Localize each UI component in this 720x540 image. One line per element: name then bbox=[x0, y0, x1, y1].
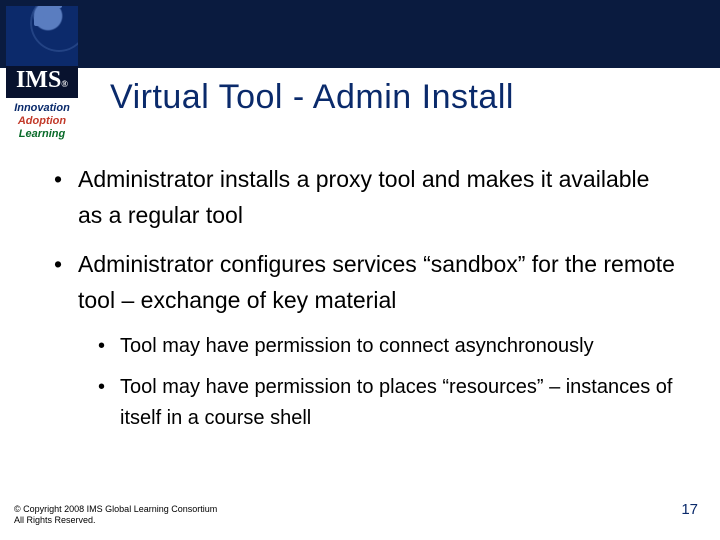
page-number: 17 bbox=[681, 501, 698, 518]
logo-reg: ® bbox=[61, 79, 68, 89]
slide-title: Virtual Tool - Admin Install bbox=[110, 78, 690, 117]
sub-bullet-list: Tool may have permission to connect asyn… bbox=[98, 331, 680, 434]
tagline-word-3: Learning bbox=[9, 128, 75, 141]
logo-tagline: Innovation Adoption Learning bbox=[6, 98, 78, 147]
tagline-word-2: Adoption bbox=[9, 115, 75, 128]
bullet-item: Administrator installs a proxy tool and … bbox=[54, 162, 680, 233]
ims-logo: IMS® Innovation Adoption Learning bbox=[6, 6, 78, 146]
logo-acronym-text: IMS bbox=[16, 67, 61, 93]
sub-bullet-text: Tool may have permission to connect asyn… bbox=[120, 335, 594, 357]
logo-acronym: IMS® bbox=[6, 66, 78, 98]
sub-bullet-item: Tool may have permission to places “reso… bbox=[98, 372, 680, 434]
footer-line-2: All Rights Reserved. bbox=[14, 515, 217, 526]
tagline-word-1: Innovation bbox=[9, 102, 75, 115]
sub-bullet-text: Tool may have permission to places “reso… bbox=[120, 376, 672, 429]
gear-icon bbox=[30, 6, 78, 52]
copyright-footer: © Copyright 2008 IMS Global Learning Con… bbox=[14, 504, 217, 527]
sub-bullet-item: Tool may have permission to connect asyn… bbox=[98, 331, 680, 362]
logo-graphic bbox=[6, 6, 78, 66]
bullet-item: Administrator configures services “sandb… bbox=[54, 247, 680, 433]
bullet-text: Administrator installs a proxy tool and … bbox=[78, 166, 649, 228]
bullet-list: Administrator installs a proxy tool and … bbox=[54, 162, 680, 448]
header-bar bbox=[0, 0, 720, 68]
footer-line-1: © Copyright 2008 IMS Global Learning Con… bbox=[14, 504, 217, 515]
bullet-text: Administrator configures services “sandb… bbox=[78, 251, 675, 313]
